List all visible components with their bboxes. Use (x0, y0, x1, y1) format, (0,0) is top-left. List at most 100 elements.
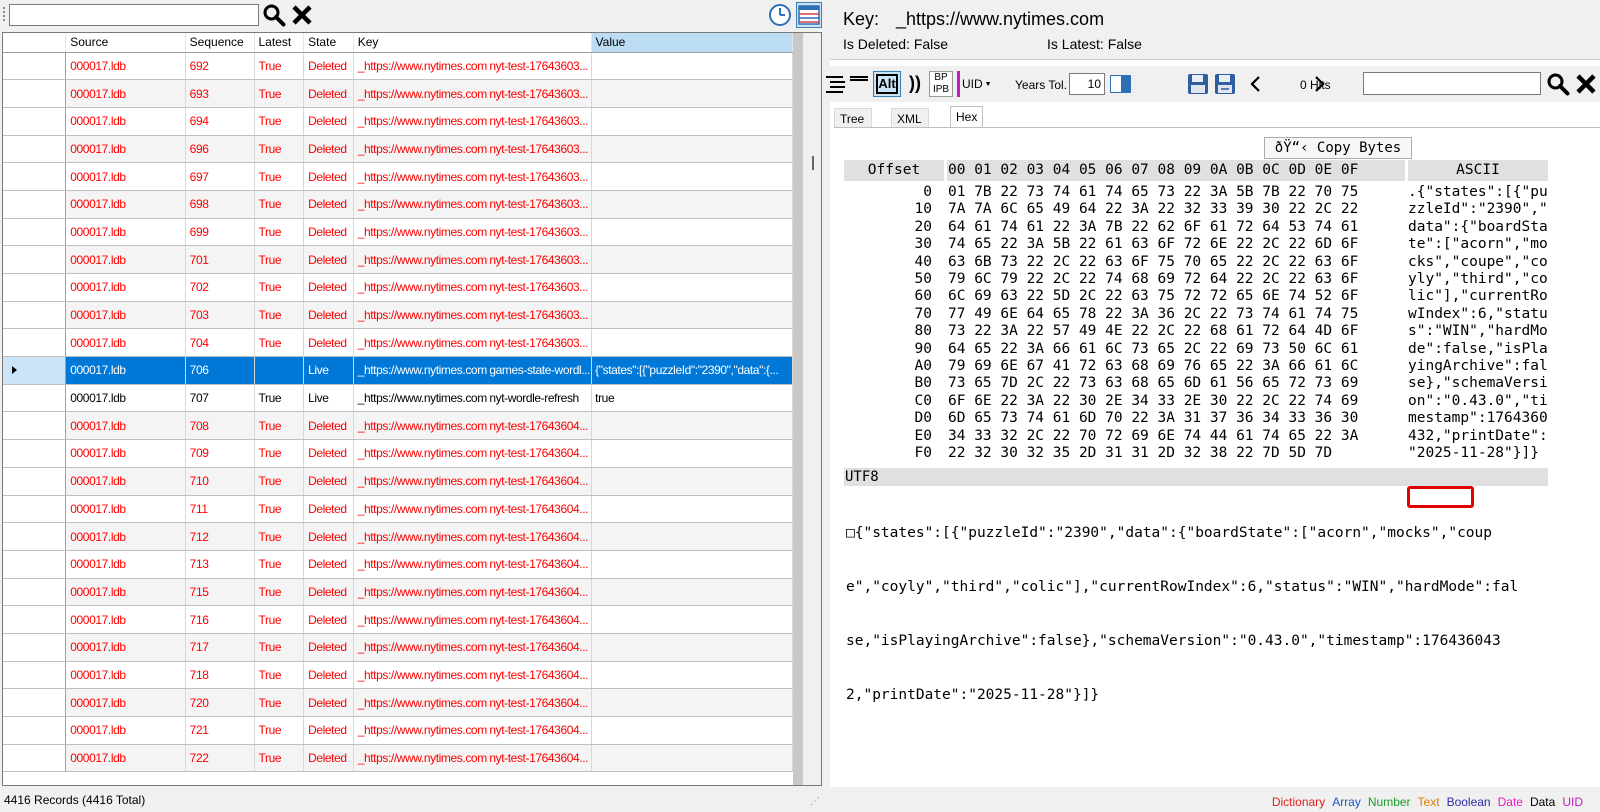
row-selector[interactable] (3, 606, 66, 634)
clear-search-icon[interactable] (291, 4, 313, 26)
hex-ascii: wIndex":6,"statu (1408, 305, 1548, 323)
find-input[interactable] (1363, 72, 1541, 95)
expand-all-icon[interactable] (848, 71, 870, 97)
paren-toggle-button[interactable]: )) (904, 71, 926, 97)
utf8-line: 2,"printDate":"2025-11-28"}]} (846, 686, 1566, 704)
clock-icon[interactable] (768, 3, 792, 27)
latest-cell: True (254, 412, 304, 440)
row-selector[interactable] (3, 412, 66, 440)
table-row[interactable]: 000017.ldb 716 True Deleted _https://www.nyt… (3, 606, 793, 634)
value-cell (591, 606, 792, 634)
table-row[interactable]: 000017.ldb 709 True Deleted _https://www.nyt… (3, 440, 793, 468)
save-icon[interactable] (1186, 71, 1210, 97)
row-selector[interactable] (3, 163, 66, 191)
row-selector[interactable] (3, 246, 66, 274)
row-selector[interactable] (3, 633, 66, 661)
row-selector[interactable] (3, 135, 66, 163)
row-selector[interactable] (3, 80, 66, 108)
previous-hit-icon[interactable] (1248, 71, 1264, 97)
table-row[interactable]: 000017.ldb 703 True Deleted _https://www.nyt… (3, 301, 793, 329)
row-selector[interactable] (3, 301, 66, 329)
table-row[interactable]: 000017.ldb 713 True Deleted _https://www.nyt… (3, 550, 793, 578)
years-tolerance-input[interactable]: 10 (1069, 73, 1105, 95)
save-all-icon[interactable] (1213, 71, 1237, 97)
column-header-latest[interactable]: Latest (254, 33, 304, 52)
row-selector[interactable] (3, 744, 66, 772)
toolbar-grip[interactable] (3, 7, 5, 23)
row-selector[interactable] (3, 550, 66, 578)
table-row[interactable]: 000017.ldb 722 True Deleted _https://www.nyt… (3, 744, 793, 772)
table-row[interactable]: 000017.ldb 718 True Deleted _https://www.nyt… (3, 661, 793, 689)
table-row[interactable]: 000017.ldb 702 True Deleted _https://www.nyt… (3, 274, 793, 302)
table-row[interactable]: 000017.ldb 712 True Deleted _https://www.nyt… (3, 523, 793, 551)
utf8-text[interactable]: □{"states":[{"puzzleId":"2390","data":{"… (846, 488, 1566, 740)
tab-xml-view[interactable]: XML View (891, 108, 929, 128)
column-header-key[interactable]: Key (353, 33, 591, 52)
table-row[interactable]: 000017.ldb 692 True Deleted _https://www.nyt… (3, 52, 793, 80)
table-row[interactable]: 000017.ldb 706 Live _https://www.nytimes.co… (3, 357, 793, 385)
row-selector[interactable] (3, 190, 66, 218)
alt-toggle-button[interactable]: Alt (873, 71, 901, 97)
find-icon[interactable] (1546, 71, 1570, 97)
table-row[interactable]: 000017.ldb 708 True Deleted _https://www.nyt… (3, 412, 793, 440)
row-selector[interactable] (3, 440, 66, 468)
table-row[interactable]: 000017.ldb 720 True Deleted _https://www.nyt… (3, 689, 793, 717)
row-selector[interactable] (3, 717, 66, 745)
row-selector[interactable] (3, 689, 66, 717)
row-selector[interactable] (3, 661, 66, 689)
column-header-row-selector[interactable] (3, 33, 66, 52)
table-row[interactable]: 000017.ldb 698 True Deleted _https://www.nyt… (3, 190, 793, 218)
sequence-cell: 711 (185, 495, 254, 523)
table-row[interactable]: 000017.ldb 699 True Deleted _https://www.nyt… (3, 218, 793, 246)
table-row[interactable]: 000017.ldb 693 True Deleted _https://www.nyt… (3, 80, 793, 108)
uid-dropdown[interactable]: UID ▼ (962, 71, 992, 97)
value-cell (591, 633, 792, 661)
key-cell: _https://www.nytimes.com nyt-wordle-ref… (353, 384, 591, 412)
table-row[interactable]: 000017.ldb 704 True Deleted _https://www.nyt… (3, 329, 793, 357)
collapse-all-icon[interactable] (823, 71, 849, 97)
next-hit-icon[interactable] (1311, 71, 1327, 97)
search-icon[interactable] (262, 3, 286, 27)
splitter-grip[interactable] (812, 156, 814, 170)
row-selector[interactable] (3, 523, 66, 551)
table-row[interactable]: 000017.ldb 710 True Deleted _https://www.nyt… (3, 467, 793, 495)
column-header-sequence[interactable]: Sequence (185, 33, 254, 52)
row-selector[interactable] (3, 357, 66, 385)
state-cell: Deleted (304, 467, 354, 495)
table-row[interactable]: 000017.ldb 697 True Deleted _https://www.nyt… (3, 163, 793, 191)
row-selector[interactable] (3, 274, 66, 302)
hex-offset: 40 (844, 253, 932, 271)
tab-tree-view[interactable]: Tree View (834, 108, 872, 128)
table-row[interactable]: 000017.ldb 694 True Deleted _https://www.nyt… (3, 107, 793, 135)
panel-toggle-button[interactable] (1110, 75, 1131, 93)
row-selector[interactable] (3, 52, 66, 80)
tab-hex[interactable]: Hex (950, 106, 983, 128)
table-row[interactable]: 000017.ldb 701 True Deleted _https://www.nyt… (3, 246, 793, 274)
table-row[interactable]: 000017.ldb 707 True Live _https://www.nytime… (3, 384, 793, 412)
search-input[interactable] (9, 4, 259, 26)
row-selector[interactable] (3, 495, 66, 523)
row-selector[interactable] (3, 578, 66, 606)
bplist-toggle-button[interactable]: BP IPB (929, 71, 953, 97)
table-row[interactable]: 000017.ldb 715 True Deleted _https://www.nyt… (3, 578, 793, 606)
clear-find-icon[interactable] (1575, 71, 1597, 97)
row-selector[interactable] (3, 107, 66, 135)
table-row[interactable]: 000017.ldb 717 True Deleted _https://www.nyt… (3, 633, 793, 661)
column-header-source[interactable]: Source (66, 33, 185, 52)
resize-grip-icon[interactable]: ⋰ (810, 796, 820, 807)
row-selector[interactable] (3, 384, 66, 412)
grid-vertical-scrollbar[interactable] (793, 33, 821, 785)
column-header-state[interactable]: State (304, 33, 354, 52)
grid-view-button[interactable] (796, 2, 822, 28)
row-selector[interactable] (3, 467, 66, 495)
ascii-header: ASCII (1408, 160, 1548, 181)
row-selector[interactable] (3, 329, 66, 357)
table-row[interactable]: 000017.ldb 696 True Deleted _https://www.nyt… (3, 135, 793, 163)
column-header-value[interactable]: Value (591, 33, 792, 52)
value-cell (591, 412, 792, 440)
row-selector[interactable] (3, 218, 66, 246)
copy-bytes-button[interactable]: ðŸ“‹ Copy Bytes (1264, 137, 1412, 159)
table-row[interactable]: 000017.ldb 721 True Deleted _https://www.nyt… (3, 717, 793, 745)
grid-scroll-thumb[interactable] (793, 33, 803, 785)
table-row[interactable]: 000017.ldb 711 True Deleted _https://www.nyt… (3, 495, 793, 523)
